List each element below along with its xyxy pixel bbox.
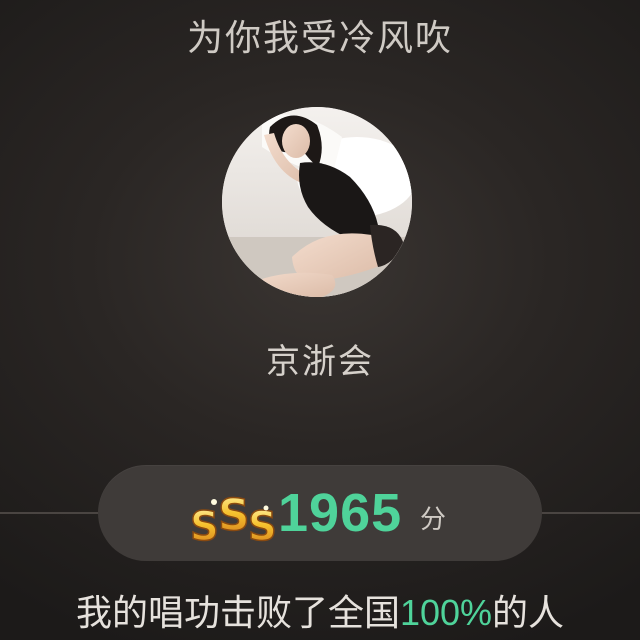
avatar[interactable] <box>222 107 412 297</box>
result-line: 我的唱功击败了全国100%的人 <box>0 588 640 639</box>
svg-text:S: S <box>248 504 277 550</box>
divider-left <box>0 512 100 514</box>
result-percent: 100% <box>399 592 493 633</box>
result-prefix: 我的唱功击败了全国 <box>75 593 400 634</box>
result-suffix: 的人 <box>492 593 565 634</box>
score-value: 1965 <box>278 483 403 543</box>
song-title: 为你我受冷风吹 <box>186 18 453 59</box>
divider-right <box>540 512 640 514</box>
svg-text:S: S <box>190 504 219 550</box>
svg-text:S: S <box>218 490 250 541</box>
score-result-screen: 为你我受冷风吹 京浙会 S S S 1965 分 我的唱功击败了全国100%的人 <box>0 0 640 640</box>
singer-name: 京浙会 <box>266 342 374 382</box>
sss-grade-badge-icon: S S S <box>188 482 282 551</box>
score-unit: 分 <box>420 505 447 535</box>
user-avatar-photo-icon <box>222 107 412 297</box>
